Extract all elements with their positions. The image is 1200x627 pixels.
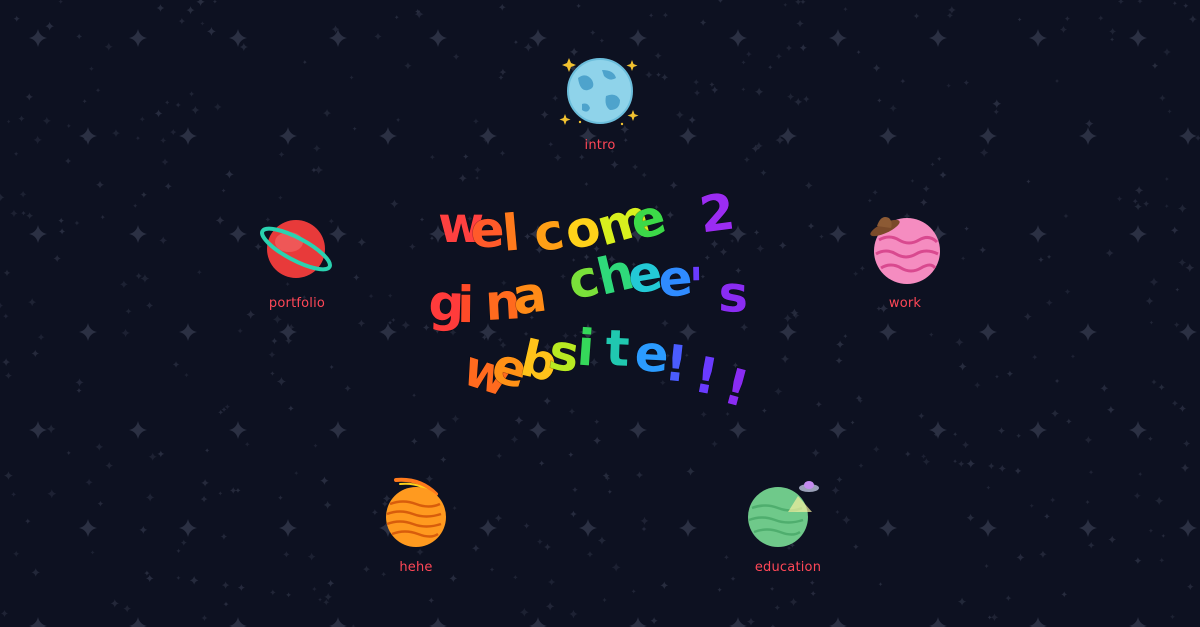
planet-hehe-label: hehe [399,560,433,575]
planet-portfolio-icon [260,220,332,278]
planet-hehe-link[interactable]: hehe [356,474,476,584]
planet-intro-label: intro [584,138,616,153]
title-line-3: websi te!!! [456,319,755,419]
planet-education-link[interactable]: education [728,474,848,584]
welcome-title: wel come 2 gi na chee' s websi te!!! [427,182,755,419]
planet-intro-link[interactable]: intro [540,52,660,162]
planet-hehe-icon [386,477,446,547]
planet-portfolio-link[interactable]: portfolio [237,210,357,320]
planet-work-link[interactable]: work [845,210,965,320]
planet-portfolio-label: portfolio [268,296,326,311]
planet-education-icon [748,481,819,547]
planet-intro-icon [559,58,639,126]
planet-work-icon [870,217,940,284]
planet-education-label: education [754,560,822,575]
planet-work-label: work [888,296,922,311]
